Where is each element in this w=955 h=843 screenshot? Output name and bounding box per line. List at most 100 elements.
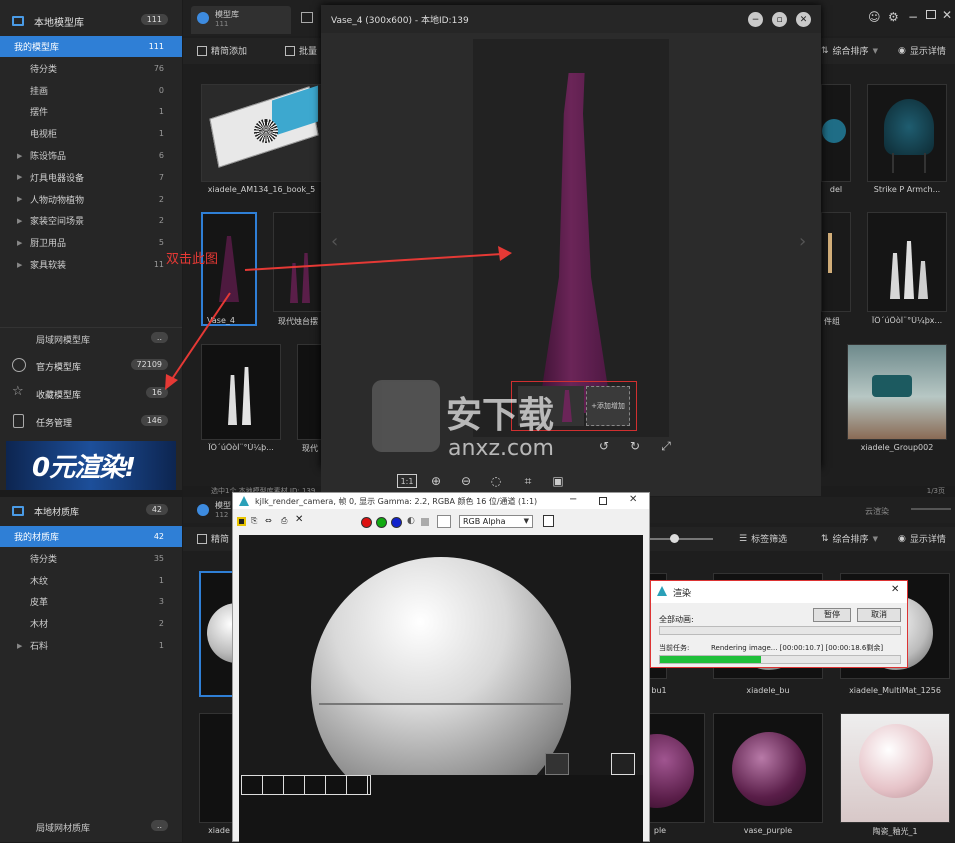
- render-app-icon: [239, 496, 249, 506]
- close-icon[interactable]: ✕: [891, 584, 899, 595]
- material-quick-add[interactable]: 精简: [197, 532, 229, 545]
- material-category-item-count: 35: [153, 553, 164, 563]
- display-window-icon[interactable]: [543, 515, 554, 527]
- sphere-image: [732, 732, 806, 806]
- ceramic-sphere-image: [859, 724, 933, 798]
- chevron-down-icon: ▼: [523, 517, 529, 525]
- current-task-progress-fill: [660, 656, 761, 663]
- material-details-toggle[interactable]: ◉ 显示详情: [898, 532, 946, 546]
- tag-filter-label: 标签筛选: [751, 535, 788, 545]
- material-details-label: 显示详情: [909, 535, 946, 545]
- lan-material-badge[interactable]: ..: [150, 820, 168, 831]
- material-caption: xiadele_MultiMat_1256: [849, 686, 941, 695]
- green-channel-toggle[interactable]: [376, 517, 387, 528]
- mono-icon[interactable]: [421, 518, 429, 526]
- annotation-arrowhead-right: [498, 246, 512, 261]
- save-image-icon[interactable]: [237, 517, 246, 526]
- chevron-down-icon: ▼: [872, 534, 878, 543]
- print-icon[interactable]: ⎙: [281, 516, 287, 526]
- material-sort-dropdown[interactable]: ⇅ 综合排序 ▼: [821, 532, 878, 546]
- channel-select-label: RGB Alpha: [463, 517, 506, 526]
- material-caption: xiadele_bu: [746, 686, 790, 695]
- tag-filter-button[interactable]: ☰ 标签筛选: [739, 532, 788, 546]
- clone-icon[interactable]: ⇔: [265, 516, 272, 525]
- render-bucket: [241, 775, 371, 795]
- material-category-item[interactable]: 木材 2: [0, 613, 182, 634]
- pause-button[interactable]: 暂停: [813, 608, 851, 622]
- current-task-label: 当前任务:: [659, 644, 690, 652]
- material-count-badge: 42: [145, 504, 168, 515]
- red-channel-toggle[interactable]: [361, 517, 372, 528]
- material-category-item-count: 3: [158, 597, 164, 607]
- material-sort-label: 综合排序: [832, 535, 869, 545]
- minimize-icon[interactable]: −: [569, 494, 577, 505]
- material-thumb-ceramic[interactable]: [840, 713, 950, 823]
- list-icon: ☰: [739, 533, 748, 544]
- material-category-item-count: 1: [158, 575, 164, 585]
- material-thumb-vase-purple[interactable]: [713, 713, 823, 823]
- render-canvas: [239, 535, 643, 843]
- monitor-icon: [12, 506, 24, 516]
- material-category-item-label: 待分类: [30, 554, 58, 565]
- material-category-item-count: 1: [158, 641, 164, 650]
- material-quick-add-label: 精简: [211, 535, 230, 545]
- material-sidebar-header[interactable]: 本地材质库 42: [0, 500, 182, 522]
- material-caption: 陶瓷_釉光_1: [872, 827, 918, 836]
- cloud-render-tab[interactable]: 云渲染: [865, 506, 889, 517]
- render-toolbar: ⎘ ⇔ ⎙ ✕ ◐ RGB Alpha ▼: [233, 511, 649, 531]
- material-sidebar: 本地材质库 42 我的材质库 42 待分类 35 木纹 1 皮革 3 木材 2 ▶ 石料 1 局域网材质…: [0, 497, 182, 842]
- material-category-item-count: 42: [153, 532, 164, 541]
- material-category-item-label: 皮革: [30, 598, 49, 609]
- pause-label: 暂停: [824, 610, 840, 619]
- lan-material-label: 局域网材质库: [36, 824, 91, 834]
- clear-icon[interactable]: ✕: [295, 514, 303, 525]
- material-category-item-label: 木材: [30, 620, 49, 631]
- maximize-icon[interactable]: [599, 497, 607, 505]
- material-category-item[interactable]: 木纹 1: [0, 570, 182, 591]
- all-frames-label: 全部动画:: [659, 615, 694, 624]
- material-category-item-label: 木纹: [30, 576, 49, 587]
- cancel-label: 取消: [871, 610, 887, 619]
- material-category-item[interactable]: 皮革 3: [0, 591, 182, 612]
- sphere-image: [650, 734, 694, 808]
- current-task-text: Rendering image... [00:00:10.7] [00:00:1…: [711, 644, 884, 652]
- material-category-item[interactable]: 我的材质库 42: [0, 526, 182, 547]
- render-titlebar: kjlk_render_camera, 帧 0, 显示 Gamma: 2.2, …: [233, 493, 649, 509]
- render-bucket-3: [611, 753, 635, 775]
- render-window: kjlk_render_camera, 帧 0, 显示 Gamma: 2.2, …: [232, 492, 650, 843]
- blue-channel-toggle[interactable]: [391, 517, 402, 528]
- material-category-item[interactable]: ▶ 石料 1: [0, 635, 182, 656]
- progress-titlebar: 渲染 ✕: [651, 581, 907, 603]
- cancel-button[interactable]: 取消: [857, 608, 901, 622]
- material-category-item-label: 石料: [30, 642, 49, 652]
- size-slider[interactable]: [648, 534, 713, 543]
- render-app-icon: [657, 586, 667, 596]
- chevron-right-icon[interactable]: ▶: [17, 642, 22, 650]
- alpha-channel-icon[interactable]: ◐: [407, 516, 415, 526]
- eye-icon: ◉: [898, 533, 906, 544]
- channel-select[interactable]: RGB Alpha ▼: [459, 515, 533, 528]
- tab-material-label: 模型: [215, 501, 231, 510]
- material-caption: bu1: [651, 686, 667, 695]
- material-category-item-count: 2: [158, 619, 164, 629]
- toggle-switch[interactable]: [911, 508, 951, 510]
- white-swatch[interactable]: [437, 515, 451, 528]
- material-sidebar-title: 本地材质库: [34, 507, 80, 518]
- all-frames-progress: [659, 626, 901, 635]
- cube-icon: [197, 504, 209, 516]
- current-task-progress: [659, 655, 901, 664]
- add-icon: [197, 533, 207, 544]
- close-icon[interactable]: ✕: [629, 494, 637, 505]
- material-thumb-ple[interactable]: [649, 713, 705, 823]
- render-bucket-2: [545, 753, 569, 775]
- annotation-arrowhead-down: [165, 374, 178, 390]
- render-title: kjlk_render_camera, 帧 0, 显示 Gamma: 2.2, …: [255, 497, 538, 506]
- lan-material-row[interactable]: 局域网材质库 ..: [0, 815, 182, 837]
- material-category-item-label: 我的材质库: [14, 533, 60, 543]
- progress-title: 渲染: [673, 589, 692, 599]
- copy-icon[interactable]: ⎘: [251, 516, 257, 526]
- slider-handle[interactable]: [670, 534, 679, 543]
- material-category-item[interactable]: 待分类 35: [0, 548, 182, 569]
- material-caption: vase_purple: [743, 826, 793, 835]
- sphere-equator-line: [319, 703, 563, 705]
